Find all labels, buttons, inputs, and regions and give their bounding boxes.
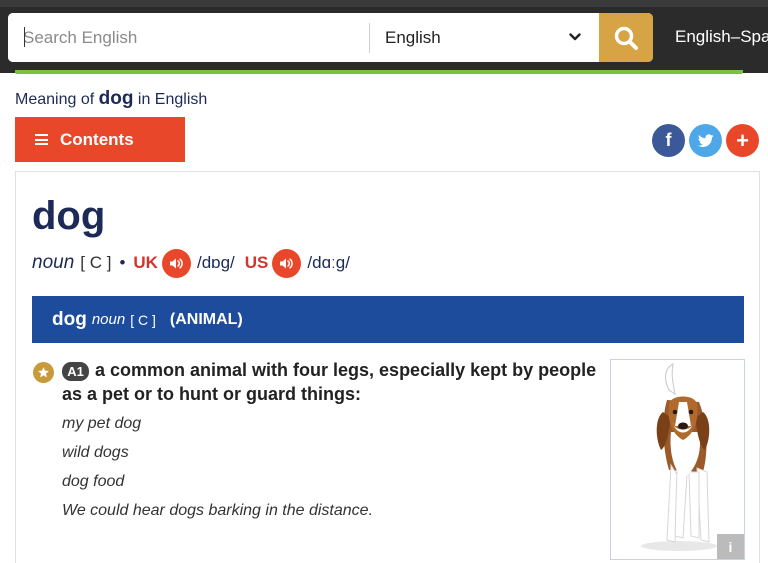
beagle-illustration [641, 363, 717, 551]
twitter-icon [697, 133, 713, 147]
more-share-button[interactable]: + [726, 124, 759, 157]
text-caret [24, 27, 25, 47]
dictionary-switch-link[interactable]: English–Spanish [675, 27, 768, 47]
star-icon[interactable] [33, 362, 54, 383]
search-input[interactable] [8, 13, 369, 62]
part-of-speech: noun [32, 252, 75, 273]
dog-image[interactable]: i [610, 359, 745, 560]
grammar-code: [ C ] [80, 253, 112, 272]
breadcrumb-suffix: in English [137, 91, 208, 108]
speaker-icon [280, 257, 294, 269]
image-info-button[interactable]: i [717, 534, 744, 559]
breadcrumb-prefix: Meaning of [15, 91, 95, 108]
twitter-share-button[interactable] [689, 124, 722, 157]
uk-ipa: /dɒɡ/ [196, 253, 235, 272]
uk-audio-button[interactable] [161, 248, 191, 278]
search-bar: English [8, 13, 653, 62]
language-select-value: English [385, 28, 441, 47]
star-glyph [38, 367, 49, 378]
breadcrumb-word: dog [98, 88, 134, 109]
examples-list: my pet dog wild dogs dog food We could h… [62, 412, 373, 528]
separator: • [119, 253, 126, 272]
menu-icon [35, 134, 48, 145]
entry-card: dog noun [ C ] • UK /dɒɡ/ US /dɑːɡ/ dog … [15, 171, 760, 563]
example-sentence: my pet dog [62, 415, 142, 432]
us-label: US [244, 253, 269, 272]
pronunciation-line: noun [ C ] • UK /dɒɡ/ US /dɑːɡ/ [32, 248, 360, 278]
plus-icon: + [736, 127, 749, 153]
search-button[interactable] [599, 13, 653, 62]
uk-label: UK [133, 253, 158, 272]
us-ipa: /dɑːɡ/ [307, 253, 350, 272]
sense-headword: dog [52, 308, 87, 330]
language-select[interactable]: English [370, 13, 599, 62]
facebook-icon: f [665, 130, 672, 150]
headword: dog [32, 194, 106, 238]
top-header: English English–Spanish [0, 0, 768, 74]
example-sentence: We could hear dogs barking in the distan… [62, 502, 374, 519]
sense-header: dog noun [ C ] (ANIMAL) [32, 296, 744, 343]
contents-button[interactable]: Contents [15, 117, 185, 162]
guideword: (ANIMAL) [169, 310, 243, 328]
definition-text: a common animal with four legs, especial… [62, 360, 597, 404]
speaker-icon [169, 257, 183, 269]
sense-grammar-code: [ C ] [130, 311, 156, 328]
contents-button-label: Contents [60, 129, 134, 149]
page-breadcrumb: Meaning of dog in English [15, 88, 207, 110]
example-sentence: wild dogs [62, 444, 129, 461]
example-sentence: dog food [62, 473, 125, 490]
chevron-down-icon [569, 33, 581, 41]
us-audio-button[interactable] [272, 248, 302, 278]
sense-part-of-speech: noun [91, 311, 126, 328]
top-strip [0, 0, 768, 7]
facebook-share-button[interactable]: f [652, 124, 685, 157]
search-icon [614, 26, 638, 50]
accent-line [15, 70, 743, 74]
